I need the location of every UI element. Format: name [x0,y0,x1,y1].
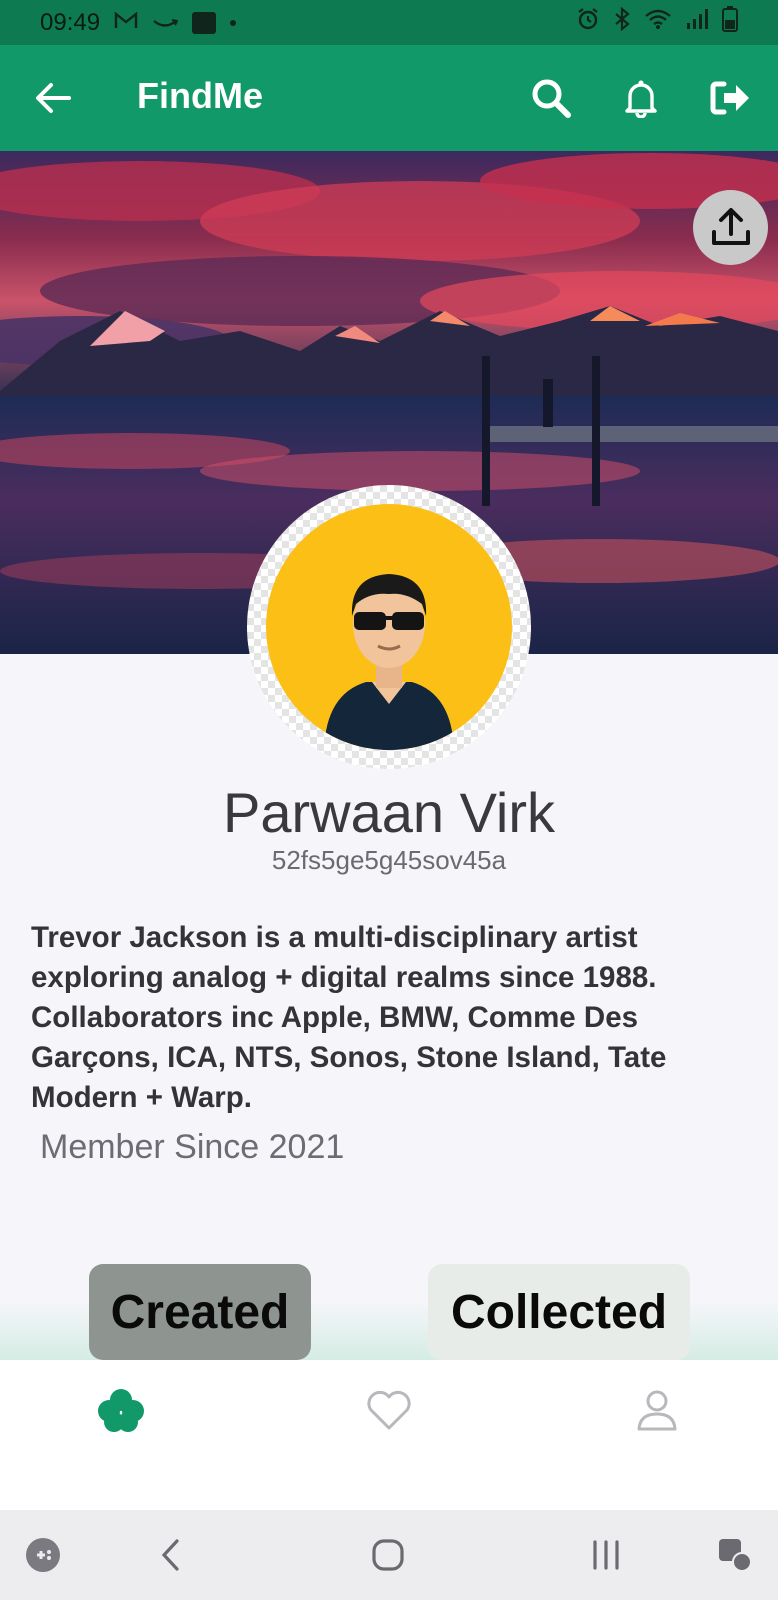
gmail-icon [114,9,138,37]
alarm-icon [576,7,600,38]
nav-item-profile[interactable] [627,1380,687,1440]
assistant-icon[interactable] [710,1530,760,1580]
status-bar: 09:49 [0,0,778,45]
nav-item-home[interactable] [91,1380,151,1440]
status-time: 09:49 [40,8,101,36]
app-title: FindMe [137,75,263,116]
avatar-frame[interactable] [247,485,531,769]
home-icon[interactable] [363,1530,413,1580]
heart-icon [367,1390,411,1430]
share-button[interactable] [693,190,768,265]
nav-item-favorites[interactable] [359,1380,419,1440]
app-icon [192,11,217,34]
upload-icon [711,207,750,245]
status-left: 09:49 [40,8,237,37]
app-bar: FindMe [0,45,778,151]
status-right [576,6,738,39]
avatar [266,504,512,750]
bell-icon[interactable] [613,70,669,126]
search-icon[interactable] [523,70,579,126]
signal-icon [686,8,708,37]
system-nav [0,1510,778,1600]
dot-icon [230,19,237,26]
clover-icon [98,1389,144,1432]
back-arrow-icon[interactable] [25,70,81,126]
amazon-icon [152,9,179,37]
game-launcher-icon[interactable] [18,1530,68,1580]
tab-collected[interactable]: Collected [428,1264,690,1360]
back-icon[interactable] [146,1530,196,1580]
bluetooth-icon [614,6,630,38]
profile-id: 52fs5ge5g45sov45a [271,845,507,875]
bottom-nav [0,1360,778,1510]
person-icon [637,1390,677,1431]
logout-icon[interactable] [703,70,759,126]
recents-icon[interactable] [581,1530,631,1580]
profile-name: Parwaan Virk [222,781,555,844]
wifi-icon [644,8,672,37]
tab-created[interactable]: Created [89,1264,311,1360]
member-since: Member Since 2021 [40,1128,345,1166]
battery-icon [722,6,738,39]
profile-bio: Trevor Jackson is a multi-disciplinary a… [31,921,667,1114]
